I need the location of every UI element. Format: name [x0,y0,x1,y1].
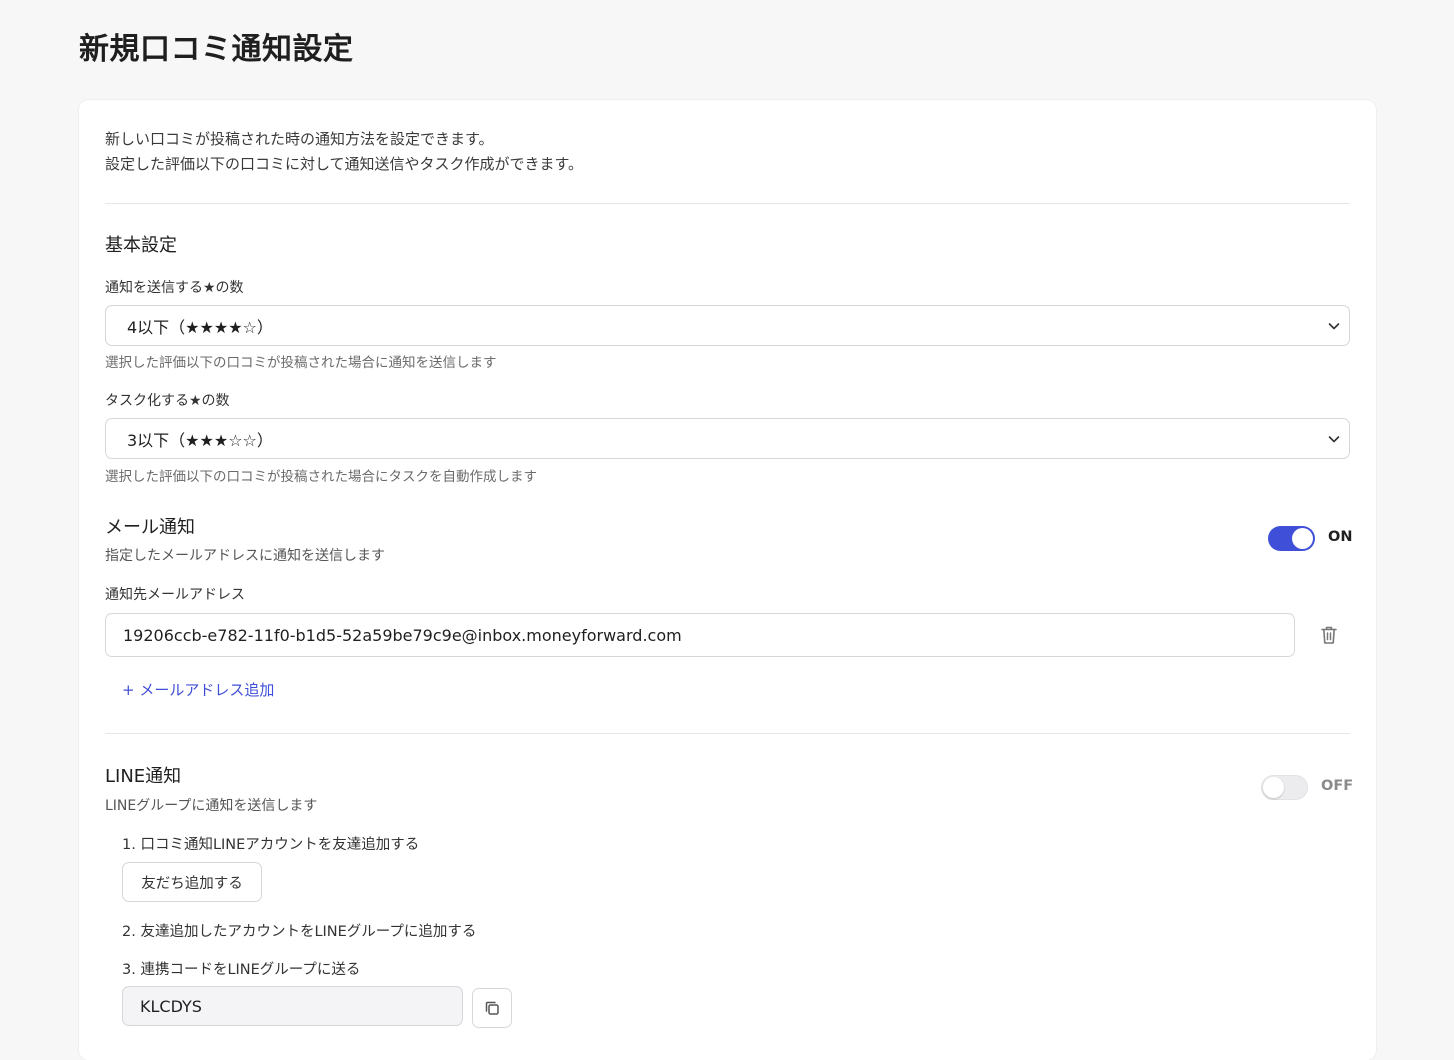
chevron-down-icon [1328,435,1340,442]
email-notification-description: 指定したメールアドレスに通知を送信します [105,548,385,564]
divider [105,733,1350,734]
email-address-field[interactable]: 19206ccb-e782-11f0-b1d5-52a59be79c9e@inb… [105,613,1295,657]
email-notification-toggle[interactable] [1268,526,1315,551]
line-step-2: 2. 友達追加したアカウントをLINEグループに追加する [122,924,477,940]
intro-line-1: 新しい口コミが投稿された時の通知方法を設定できます。 [105,130,494,148]
task-stars-label: タスク化する★の数 [105,393,230,409]
add-email-link[interactable]: + メールアドレス追加 [122,679,274,700]
task-stars-help: 選択した評価以下の口コミが投稿された場合にタスクを自動作成します [105,469,537,485]
line-notification-title: LINE通知 [105,766,182,787]
email-toggle-state: ON [1328,529,1353,545]
intro-line-2: 設定した評価以下の口コミに対して通知送信やタスク作成ができます。 [105,155,584,173]
task-stars-value: 3以下（★★★☆☆） [127,430,273,450]
copy-icon [485,1001,499,1015]
toggle-knob [1292,528,1313,549]
add-friend-button[interactable]: 友だち追加する [122,862,262,902]
line-step-1: 1. 口コミ通知LINEアカウントを友達追加する [122,837,420,853]
copy-code-button[interactable] [472,988,512,1028]
notify-stars-value: 4以下（★★★★☆） [127,317,273,337]
email-address-value: 19206ccb-e782-11f0-b1d5-52a59be79c9e@inb… [123,625,682,645]
task-stars-select[interactable]: 3以下（★★★☆☆） [105,418,1350,459]
line-toggle-state: OFF [1321,778,1354,794]
email-field-label: 通知先メールアドレス [105,587,245,603]
intro-text: 新しい口コミが投稿された時の通知方法を設定できます。 設定した評価以下の口コミに… [105,127,583,177]
notify-stars-select[interactable]: 4以下（★★★★☆） [105,305,1350,346]
notify-stars-help: 選択した評価以下の口コミが投稿された場合に通知を送信します [105,355,497,371]
link-code-field[interactable]: KLCDYS [122,986,463,1026]
trash-icon[interactable] [1319,624,1339,646]
link-code-value: KLCDYS [140,996,202,1016]
page-title: 新規口コミ通知設定 [79,32,354,67]
divider [105,203,1350,204]
line-notification-toggle[interactable] [1261,775,1308,800]
basic-settings-title: 基本設定 [105,235,177,256]
line-notification-description: LINEグループに通知を送信します [105,798,318,814]
email-notification-title: メール通知 [105,517,195,538]
notify-stars-label: 通知を送信する★の数 [105,280,244,296]
line-step-3: 3. 連携コードをLINEグループに送る [122,962,361,978]
chevron-down-icon [1328,322,1340,329]
settings-card: 新しい口コミが投稿された時の通知方法を設定できます。 設定した評価以下の口コミに… [79,100,1376,1060]
toggle-knob [1263,777,1284,798]
